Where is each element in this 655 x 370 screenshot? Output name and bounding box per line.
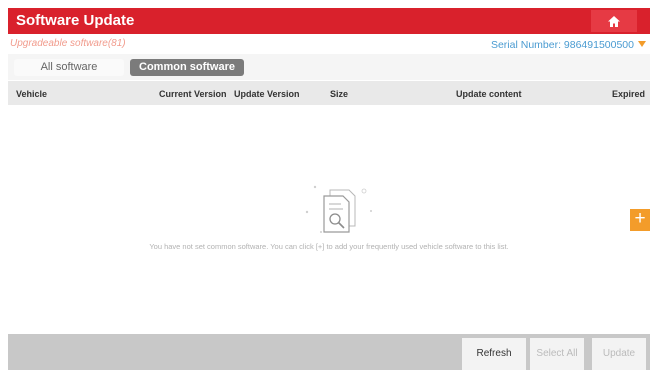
refresh-button[interactable]: Refresh — [462, 338, 526, 370]
home-icon — [608, 15, 620, 27]
column-update-version: Update Version — [234, 89, 300, 99]
empty-state-message: You have not set common software. You ca… — [149, 242, 509, 251]
tab-common-software[interactable]: Common software — [130, 59, 244, 76]
page-title: Software Update — [16, 12, 135, 29]
title-bar: Software Update — [8, 8, 650, 34]
upgradeable-software-count: Upgradeable software(81) — [10, 38, 126, 49]
table-header: Vehicle Current Version Update Version S… — [8, 81, 650, 105]
column-size: Size — [330, 89, 349, 99]
update-button[interactable]: Update — [592, 338, 646, 370]
software-list: You have not set common software. You ca… — [8, 105, 650, 334]
column-expired: Expired — [612, 89, 646, 99]
column-update-content: Update content — [456, 89, 522, 99]
empty-documents-icon — [305, 185, 372, 233]
software-update-screen: Software Update Upgradeable software(81)… — [0, 0, 655, 370]
select-all-button[interactable]: Select All — [530, 338, 584, 370]
add-software-button[interactable]: + — [630, 209, 650, 231]
plus-icon: + — [634, 208, 646, 229]
serial-number[interactable]: Serial Number: 986491500500 — [491, 39, 634, 51]
tab-all-software[interactable]: All software — [14, 59, 124, 76]
home-button[interactable] — [591, 10, 637, 32]
tab-bar: All software Common software — [8, 54, 650, 80]
info-bar: Upgradeable software(81) Serial Number: … — [8, 34, 650, 54]
column-vehicle: Vehicle — [16, 89, 48, 99]
chevron-down-icon[interactable] — [638, 41, 646, 47]
footer-toolbar: Refresh Select All Update — [8, 334, 650, 370]
column-current-version: Current Version — [159, 89, 227, 99]
